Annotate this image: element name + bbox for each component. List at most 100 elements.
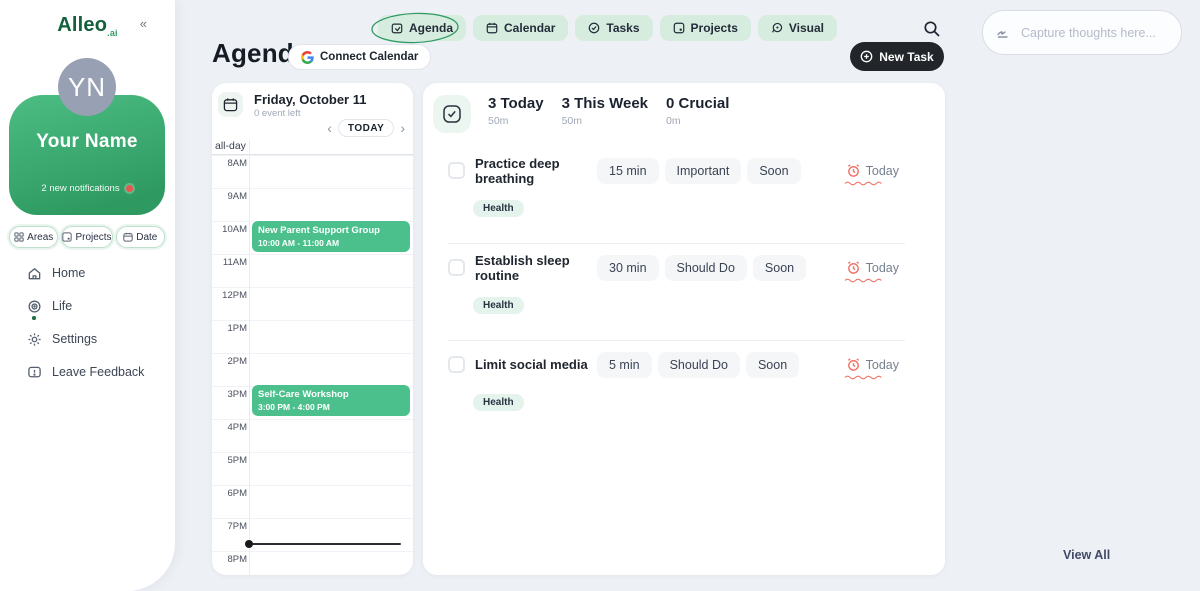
projects-icon [62, 232, 72, 242]
notification-dot-icon [126, 185, 133, 192]
event-layer: New Parent Support Group 10:00 AM - 11:0… [250, 140, 413, 575]
prev-day-chevron-icon[interactable]: ‹ [327, 121, 332, 135]
task-tag[interactable]: Health [473, 394, 524, 411]
task-title[interactable]: Practice deep breathing [475, 156, 597, 186]
task-title[interactable]: Establish sleep routine [475, 253, 597, 283]
stat-today: 3 Today 50m [488, 95, 544, 127]
app-screen: Alleo.ai « YN Your Name 2 new notificati… [0, 0, 1200, 591]
calendar-icon [486, 22, 498, 34]
calendar-header-icon-box [218, 92, 243, 117]
current-time-indicator[interactable] [248, 543, 401, 545]
sidebar-item-home[interactable]: Home [27, 262, 167, 284]
search-icon [923, 20, 941, 38]
task-title[interactable]: Limit social media [475, 357, 597, 372]
calendar-grid: all-day 8AM 9AM 10AM 11AM 12PM 1PM 2PM 3… [212, 140, 413, 575]
areas-icon [14, 232, 24, 242]
sidebar-item-life[interactable]: Life [27, 295, 167, 317]
due-badge[interactable]: Today [846, 260, 899, 275]
connect-calendar-button[interactable]: Connect Calendar [288, 44, 431, 70]
task-row: Limit social media 5 min Should Do Soon … [423, 341, 945, 437]
task-checkbox[interactable] [448, 259, 465, 276]
logo: Alleo.ai « [0, 14, 175, 38]
task-checkbox[interactable] [448, 162, 465, 179]
calendar-header: Friday, October 11 0 event left ‹ TODAY … [212, 83, 413, 140]
notifications-label: 2 new notifications [41, 183, 119, 194]
filter-areas-button[interactable]: Areas [9, 226, 58, 248]
task-list: Practice deep breathing 15 min Important… [423, 147, 945, 437]
tasks-header-icon-box [433, 95, 471, 133]
tab-calendar[interactable]: Calendar [473, 15, 568, 41]
tab-agenda[interactable]: Agenda [378, 15, 466, 41]
notifications[interactable]: 2 new notifications [9, 183, 165, 194]
tasks-icon [588, 22, 600, 34]
priority-pill[interactable]: Should Do [658, 352, 740, 378]
calendar-event[interactable]: Self-Care Workshop 3:00 PM - 4:00 PM [252, 385, 410, 416]
top-nav: Agenda Calendar Tasks Projects Visual [378, 15, 837, 41]
life-target-icon [27, 299, 42, 314]
visual-icon [771, 22, 783, 34]
avatar[interactable]: YN [58, 58, 116, 116]
projects-icon [673, 22, 685, 34]
home-icon [27, 266, 42, 281]
filter-date-button[interactable]: Date [116, 226, 165, 248]
life-active-dot-icon [32, 316, 36, 320]
sidebar-item-leave-feedback[interactable]: Leave Feedback [27, 361, 167, 383]
duration-pill[interactable]: 30 min [597, 255, 659, 281]
sidebar-item-settings[interactable]: Settings [27, 328, 167, 350]
google-icon [301, 51, 314, 64]
due-squiggle-icon [844, 374, 886, 380]
duration-pill[interactable]: 15 min [597, 158, 659, 184]
alarm-clock-icon [846, 260, 861, 275]
sidebar: Alleo.ai « YN Your Name 2 new notificati… [0, 0, 175, 591]
priority-pill[interactable]: Should Do [665, 255, 747, 281]
urgency-pill[interactable]: Soon [746, 352, 799, 378]
alarm-clock-icon [846, 357, 861, 372]
capture-box [982, 10, 1182, 55]
urgency-pill[interactable]: Soon [753, 255, 806, 281]
task-checkbox[interactable] [448, 356, 465, 373]
tasks-panel: 3 Today 50m 3 This Week 50m 0 Crucial 0m… [423, 83, 945, 575]
calendar-panel: Friday, October 11 0 event left ‹ TODAY … [212, 83, 413, 575]
tab-visual[interactable]: Visual [758, 15, 837, 41]
due-badge[interactable]: Today [846, 163, 899, 178]
next-day-chevron-icon[interactable]: › [400, 121, 405, 135]
filter-projects-button[interactable]: Projects [61, 226, 112, 248]
view-all-link[interactable]: View All [1063, 548, 1110, 562]
gear-icon [27, 332, 42, 347]
today-button[interactable]: TODAY [338, 119, 394, 137]
task-row: Establish sleep routine 30 min Should Do… [423, 244, 945, 340]
date-icon [123, 232, 133, 242]
sidebar-filters: Areas Projects Date [9, 226, 165, 248]
sidebar-menu: Home Life Settings Leave Feedback [27, 262, 167, 394]
calendar-date-title: Friday, October 11 [254, 92, 366, 107]
task-tag[interactable]: Health [473, 297, 524, 314]
new-task-button[interactable]: New Task [850, 42, 944, 71]
due-squiggle-icon [844, 277, 886, 283]
checkbox-check-icon [442, 104, 462, 124]
stat-crucial: 0 Crucial 0m [666, 95, 729, 127]
plus-circle-icon [860, 50, 873, 63]
urgency-pill[interactable]: Soon [747, 158, 800, 184]
agenda-icon [391, 22, 403, 34]
collapse-sidebar-icon[interactable]: « [140, 16, 147, 31]
calendar-icon [223, 97, 238, 112]
feedback-icon [27, 365, 42, 380]
calendar-nav: ‹ TODAY › [327, 119, 405, 137]
capture-thoughts-input[interactable] [982, 10, 1182, 55]
duration-pill[interactable]: 5 min [597, 352, 652, 378]
calendar-event[interactable]: New Parent Support Group 10:00 AM - 11:0… [252, 221, 410, 252]
events-left-label: 0 event left [254, 108, 300, 119]
user-name: Your Name [9, 131, 165, 153]
task-row: Practice deep breathing 15 min Important… [423, 147, 945, 243]
tasks-header: 3 Today 50m 3 This Week 50m 0 Crucial 0m [423, 83, 945, 133]
search-button[interactable] [923, 18, 945, 40]
due-badge[interactable]: Today [846, 357, 899, 372]
tab-projects[interactable]: Projects [660, 15, 751, 41]
stat-this-week: 3 This Week 50m [562, 95, 648, 127]
capture-scribble-icon [996, 25, 1012, 39]
priority-pill[interactable]: Important [665, 158, 742, 184]
current-time-dot-icon [245, 540, 253, 548]
task-tag[interactable]: Health [473, 200, 524, 217]
alarm-clock-icon [846, 163, 861, 178]
tab-tasks[interactable]: Tasks [575, 15, 652, 41]
